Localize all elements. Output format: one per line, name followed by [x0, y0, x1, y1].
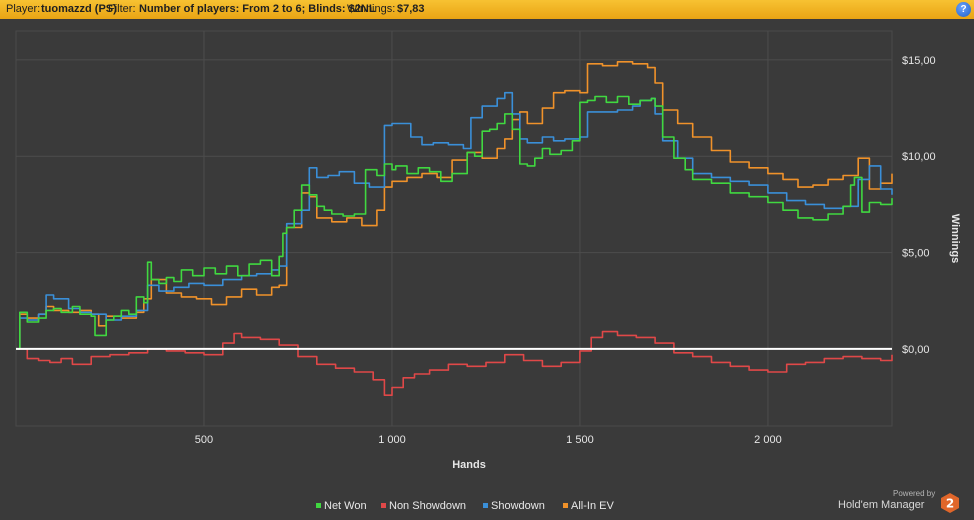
legend-swatch-showdown — [483, 503, 488, 508]
legend-swatch-net-won — [316, 503, 321, 508]
player-value: tuomazzd (PS) — [41, 3, 117, 15]
legend-label-non-showdown: Non Showdown — [389, 500, 467, 512]
x-axis-title: Hands — [452, 459, 486, 471]
winnings-value: $7,83 — [397, 3, 425, 15]
filter-value: Number of players: From 2 to 6; Blinds: … — [139, 3, 376, 15]
y-tick-label: $0,00 — [902, 344, 930, 356]
plot-area — [15, 30, 893, 427]
legend-swatch-non-showdown — [381, 503, 386, 508]
legend-net-won[interactable]: Net Won — [316, 500, 367, 512]
legend-swatch-all-in-ev — [563, 503, 568, 508]
legend-label-all-in-ev: All-In EV — [571, 500, 614, 512]
hem2-logo-badge: 2 — [941, 493, 959, 513]
x-tick-label: 1 000 — [378, 434, 406, 446]
powered-by-text: Powered by — [893, 489, 936, 498]
help-icon[interactable]: ? — [956, 2, 971, 17]
series-line-non-showdown — [16, 330, 893, 396]
player-label: Player: — [6, 3, 41, 15]
y-tick-label: $10,00 — [902, 151, 936, 163]
legend-label-showdown: Showdown — [491, 500, 545, 512]
y-tick-label: $15,00 — [902, 55, 936, 67]
legend-all-in-ev[interactable]: All-In EV — [563, 500, 614, 512]
y-tick-label: $5,00 — [902, 248, 930, 260]
legend-non-showdown[interactable]: Non Showdown — [381, 500, 466, 512]
x-tick-label: 2 000 — [754, 434, 782, 446]
filter-header-bar: Player: tuomazzd (PS) Filter: Number of … — [0, 0, 974, 19]
x-tick-label: 1 500 — [566, 434, 594, 446]
filter-label: Filter: — [108, 3, 136, 15]
y-axis-title: Winnings — [949, 214, 961, 263]
series-line-showdown — [16, 91, 893, 350]
x-tick-label: 500 — [195, 434, 213, 446]
winnings-label: Winnings: — [347, 3, 396, 15]
legend-label-net-won: Net Won — [324, 500, 367, 512]
svg-text:2: 2 — [946, 497, 954, 511]
legend-showdown[interactable]: Showdown — [483, 500, 545, 512]
winnings-chart: 500 1 000 1 500 2 000 $0,00 $5,00 $10,00 $15,00… — [15, 30, 961, 471]
product-name: Hold'em Manager — [838, 499, 925, 511]
